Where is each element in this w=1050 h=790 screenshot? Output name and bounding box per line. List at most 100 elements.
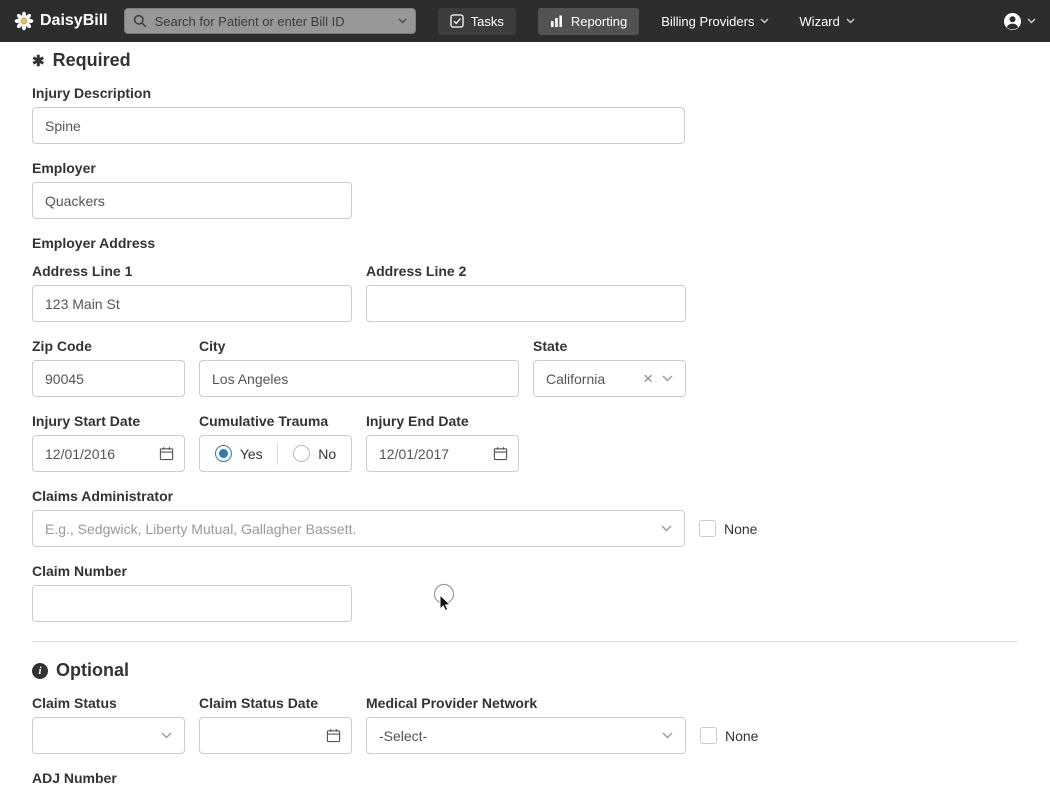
zip-code-label: Zip Code <box>32 338 92 354</box>
top-navbar: DaisyBill Tasks Reporting Billing Provid… <box>0 0 1050 42</box>
claims-administrator-placeholder: E.g., Sedgwick, Liberty Mutual, Gallaghe… <box>45 520 357 537</box>
zip-city-state-row: Zip Code City State California × <box>32 338 1018 397</box>
global-search-box[interactable] <box>123 8 416 34</box>
calendar-icon[interactable] <box>159 446 174 461</box>
daisy-icon <box>14 11 34 31</box>
chevron-down-icon <box>760 18 769 24</box>
adj-number-label: ADJ Number <box>32 770 117 786</box>
state-field: State California × <box>533 338 686 397</box>
tasks-button[interactable]: Tasks <box>437 7 516 35</box>
employer-label: Employer <box>32 160 96 176</box>
address-line1-field: Address Line 1 <box>32 263 352 322</box>
claims-administrator-select[interactable]: E.g., Sedgwick, Liberty Mutual, Gallaghe… <box>32 510 685 547</box>
radio-divider <box>277 442 279 465</box>
required-section-title: Required <box>52 50 131 70</box>
employer-field: Employer <box>32 160 1018 219</box>
state-select[interactable]: California × <box>533 360 686 397</box>
mpn-select[interactable]: -Select- <box>366 717 686 754</box>
claims-administrator-label: Claims Administrator <box>32 488 174 504</box>
billing-providers-label: Billing Providers <box>661 13 755 29</box>
injury-end-date-field: Injury End Date <box>366 413 519 472</box>
cumulative-trauma-no[interactable]: No <box>293 445 336 462</box>
search-icon <box>133 14 147 28</box>
reporting-button[interactable]: Reporting <box>537 7 640 35</box>
injury-description-label: Injury Description <box>32 85 152 101</box>
address-line1-label: Address Line 1 <box>32 263 133 279</box>
tasks-label: Tasks <box>470 13 504 29</box>
required-asterisk-icon: ✱ <box>32 52 45 70</box>
wizard-menu[interactable]: Wizard <box>799 13 855 29</box>
cumulative-trauma-group: Yes No <box>199 435 352 472</box>
none-label: None <box>724 520 758 537</box>
address-line2-label: Address Line 2 <box>366 263 467 279</box>
calendar-icon[interactable] <box>493 446 508 461</box>
cumulative-trauma-label: Cumulative Trauma <box>199 413 329 429</box>
city-label: City <box>199 338 226 354</box>
address-line2-input[interactable] <box>366 285 686 322</box>
none-label: None <box>725 727 759 744</box>
search-dropdown-icon <box>398 18 407 24</box>
calendar-icon[interactable] <box>326 728 341 743</box>
claim-number-field: Claim Number <box>32 563 1018 622</box>
info-icon: i <box>32 662 48 679</box>
claim-status-date-field: Claim Status Date <box>199 695 352 754</box>
clear-icon[interactable]: × <box>643 370 653 387</box>
radio-unselected-icon <box>293 445 311 462</box>
claim-status-field: Claim Status <box>32 695 185 754</box>
employer-input[interactable] <box>32 182 352 219</box>
claim-status-date-label: Claim Status Date <box>199 695 319 711</box>
chevron-down-icon <box>1027 18 1036 24</box>
yes-label: Yes <box>239 445 263 462</box>
checkbox-icon[interactable] <box>700 727 717 744</box>
zip-code-input[interactable] <box>32 360 185 397</box>
billing-providers-menu[interactable]: Billing Providers <box>661 14 769 29</box>
tasks-check-icon <box>449 14 464 28</box>
user-icon <box>1004 12 1021 30</box>
claim-number-label: Claim Number <box>32 563 127 579</box>
claim-status-row: Claim Status Claim Status Date Medical P… <box>32 695 1018 754</box>
chevron-down-icon <box>661 525 672 532</box>
claim-number-input[interactable] <box>32 585 352 622</box>
city-input[interactable] <box>199 360 519 397</box>
injury-description-input[interactable] <box>32 107 685 144</box>
mpn-none-option[interactable]: None <box>700 727 758 744</box>
chevron-down-icon <box>662 732 673 739</box>
mpn-label: Medical Provider Network <box>366 695 538 711</box>
section-divider <box>32 641 1018 642</box>
required-section-header: ✱ Required <box>32 50 1018 71</box>
claims-admin-none-option[interactable]: None <box>699 520 757 537</box>
zip-code-field: Zip Code <box>32 338 185 397</box>
chevron-down-icon <box>161 732 172 739</box>
radio-selected-icon <box>214 445 232 462</box>
injury-description-field: Injury Description <box>32 85 1018 144</box>
reporting-label: Reporting <box>570 13 628 29</box>
claim-status-label: Claim Status <box>32 695 117 711</box>
brand-logo[interactable]: DaisyBill <box>14 11 108 31</box>
cumulative-trauma-yes[interactable]: Yes <box>214 445 263 462</box>
injury-start-date-field: Injury Start Date <box>32 413 185 472</box>
wizard-label: Wizard <box>799 13 840 29</box>
no-label: No <box>318 445 337 462</box>
injury-start-date-label: Injury Start Date <box>32 413 141 429</box>
bar-chart-icon <box>550 15 562 27</box>
chevron-down-icon <box>846 18 855 24</box>
claim-form: ✱ Required Injury Description Employer E… <box>0 50 1050 786</box>
claim-status-select[interactable] <box>32 717 185 754</box>
mpn-field: Medical Provider Network -Select- <box>366 695 686 754</box>
checkbox-icon[interactable] <box>699 520 716 537</box>
injury-end-date-label: Injury End Date <box>366 413 469 429</box>
address-line2-field: Address Line 2 <box>366 263 686 322</box>
account-menu[interactable] <box>1003 12 1036 31</box>
injury-dates-row: Injury Start Date Cumulative Trauma Yes <box>32 413 1018 472</box>
employer-address-label: Employer Address <box>32 235 156 251</box>
optional-section-title: Optional <box>56 660 129 680</box>
brand-name: DaisyBill <box>40 12 108 29</box>
city-field: City <box>199 338 519 397</box>
chevron-down-icon <box>662 375 673 382</box>
claims-administrator-field: Claims Administrator E.g., Sedgwick, Lib… <box>32 488 1018 547</box>
cumulative-trauma-field: Cumulative Trauma Yes No <box>199 413 352 472</box>
address-line1-input[interactable] <box>32 285 352 322</box>
address-row: Address Line 1 Address Line 2 <box>32 263 1018 322</box>
state-label: State <box>533 338 568 354</box>
search-input[interactable] <box>123 8 416 34</box>
